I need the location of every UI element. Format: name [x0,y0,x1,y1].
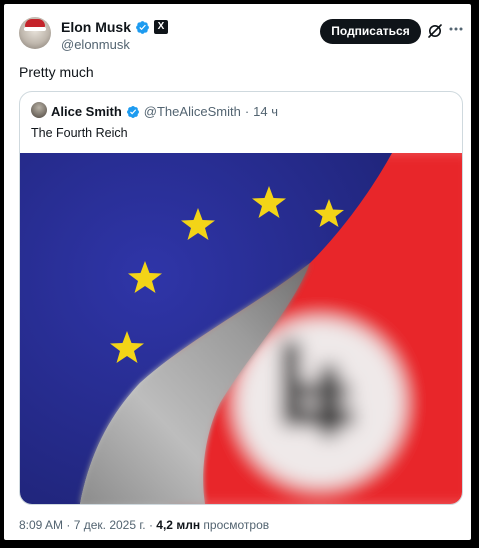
grok-icon[interactable] [427,23,443,39]
quote-time[interactable]: 14 ч [253,104,278,119]
x-affiliate-icon: X [154,20,169,34]
quoted-image[interactable] [20,153,462,504]
author-name[interactable]: Elon Musk [61,19,131,35]
author-name-row: Elon Musk X [61,19,169,35]
author-avatar[interactable] [19,17,51,49]
post-date[interactable]: 7 дек. 2025 г. [74,518,146,532]
tweet-text: Pretty much [19,64,94,80]
meta-separator-2: · [148,518,153,532]
quote-author-handle[interactable]: @TheAliceSmith [144,104,241,119]
views-label: просмотров [203,518,270,532]
verified-icon [136,20,149,34]
more-icon[interactable] [448,21,464,37]
quote-author-name[interactable]: Alice Smith [51,104,122,119]
quoted-tweet[interactable]: Alice Smith @TheAliceSmith · 14 ч The Fo… [19,91,463,505]
quote-text: The Fourth Reich [31,126,128,140]
quote-header: Alice Smith @TheAliceSmith · 14 ч [51,104,278,119]
meta-separator-1: · [66,518,71,532]
quote-author-avatar[interactable] [31,102,47,118]
tweet-header: Elon Musk X @elonmusk Подписаться [4,4,471,60]
post-time[interactable]: 8:09 AM [19,518,63,532]
tweet-meta: 8:09 AM · 7 дек. 2025 г. · 4,2 млн просм… [19,518,269,532]
author-handle[interactable]: @elonmusk [61,37,130,52]
tweet-card: Elon Musk X @elonmusk Подписаться Pretty… [4,4,471,540]
quote-verified-icon [126,105,139,118]
quote-separator: · [244,104,250,119]
views-count[interactable]: 4,2 млн [156,518,200,532]
subscribe-button[interactable]: Подписаться [320,19,421,44]
